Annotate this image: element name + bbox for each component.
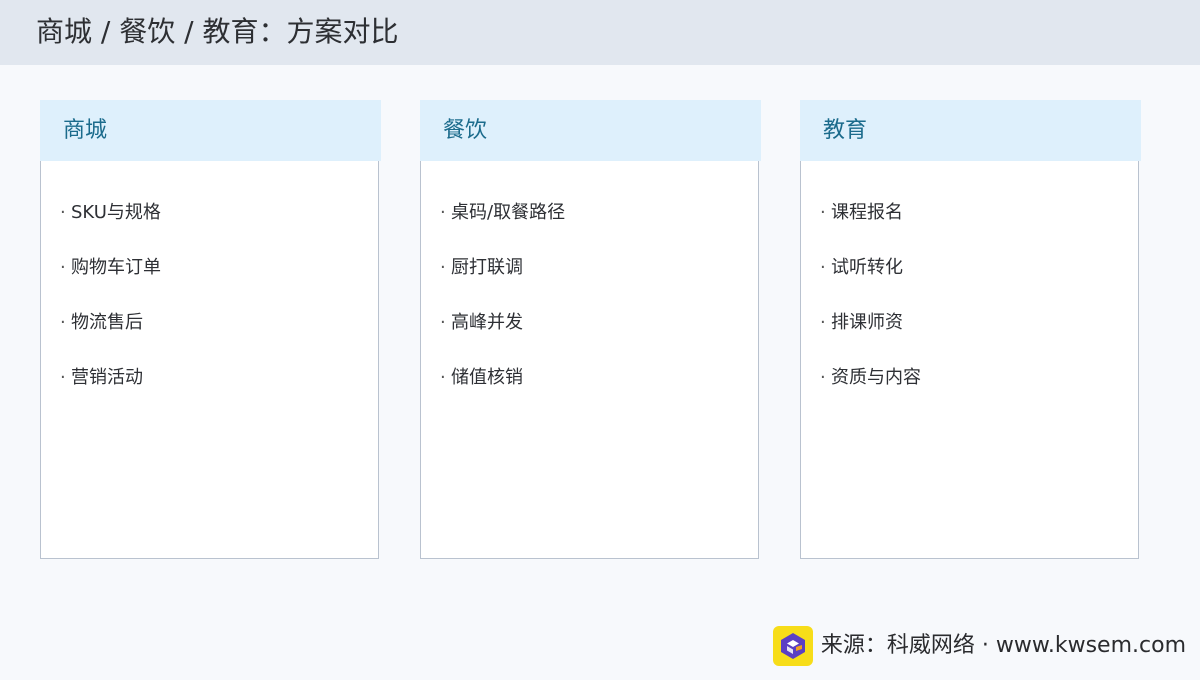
card-catering: 餐饮 · 桌码/取餐路径 · 厨打联调 · 高峰并发 · 储值核销	[420, 100, 761, 559]
bullet-icon: ·	[820, 202, 826, 223]
list-item-label: 储值核销	[451, 367, 523, 388]
card-header: 餐饮	[420, 100, 761, 161]
page-title: 商城 / 餐饮 / 教育：方案对比	[36, 15, 399, 48]
card-title: 商城	[63, 118, 108, 143]
bullet-icon: ·	[60, 257, 66, 278]
list-item-label: 物流售后	[71, 312, 143, 333]
bullet-icon: ·	[60, 367, 66, 388]
list-item-label: 营销活动	[71, 367, 143, 388]
list-item: · 课程报名	[820, 198, 921, 253]
card-item-list: · SKU与规格 · 购物车订单 · 物流售后 · 营销活动	[60, 198, 161, 418]
bullet-icon: ·	[60, 202, 66, 223]
card-title: 教育	[823, 118, 868, 143]
list-item: · 购物车订单	[60, 253, 161, 308]
list-item: · 桌码/取餐路径	[440, 198, 565, 253]
list-item: · 储值核销	[440, 363, 565, 418]
bullet-icon: ·	[440, 202, 446, 223]
source-attribution: 来源：科威网络 · www.kwsem.com	[772, 626, 1186, 666]
source-text: 来源：科威网络 · www.kwsem.com	[820, 633, 1186, 658]
list-item-label: 资质与内容	[831, 367, 921, 388]
card-education: 教育 · 课程报名 · 试听转化 · 排课师资 · 资质与内容	[800, 100, 1141, 559]
card-header: 教育	[800, 100, 1141, 161]
list-item-label: 桌码/取餐路径	[451, 202, 566, 223]
list-item: · 资质与内容	[820, 363, 921, 418]
list-item-label: 课程报名	[831, 202, 903, 223]
list-item-label: 购物车订单	[71, 257, 161, 278]
list-item: · 营销活动	[60, 363, 161, 418]
bullet-icon: ·	[440, 367, 446, 388]
bullet-icon: ·	[820, 367, 826, 388]
kwsem-logo-icon	[772, 626, 813, 666]
list-item-label: SKU与规格	[71, 202, 161, 223]
list-item-label: 排课师资	[831, 312, 903, 333]
bullet-icon: ·	[440, 312, 446, 333]
bullet-icon: ·	[60, 312, 66, 333]
bullet-icon: ·	[820, 257, 826, 278]
list-item: · 试听转化	[820, 253, 921, 308]
page-header: 商城 / 餐饮 / 教育：方案对比	[0, 0, 1200, 65]
card-mall: 商城 · SKU与规格 · 购物车订单 · 物流售后 · 营销活动	[40, 100, 381, 559]
list-item: · SKU与规格	[60, 198, 161, 253]
card-title: 餐饮	[443, 118, 488, 143]
list-item-label: 试听转化	[831, 257, 903, 278]
list-item: · 物流售后	[60, 308, 161, 363]
list-item-label: 高峰并发	[451, 312, 523, 333]
card-header: 商城	[40, 100, 381, 161]
list-item-label: 厨打联调	[451, 257, 523, 278]
list-item: · 高峰并发	[440, 308, 565, 363]
list-item: · 厨打联调	[440, 253, 565, 308]
bullet-icon: ·	[820, 312, 826, 333]
card-item-list: · 课程报名 · 试听转化 · 排课师资 · 资质与内容	[820, 198, 921, 418]
bullet-icon: ·	[440, 257, 446, 278]
card-item-list: · 桌码/取餐路径 · 厨打联调 · 高峰并发 · 储值核销	[440, 198, 565, 418]
list-item: · 排课师资	[820, 308, 921, 363]
